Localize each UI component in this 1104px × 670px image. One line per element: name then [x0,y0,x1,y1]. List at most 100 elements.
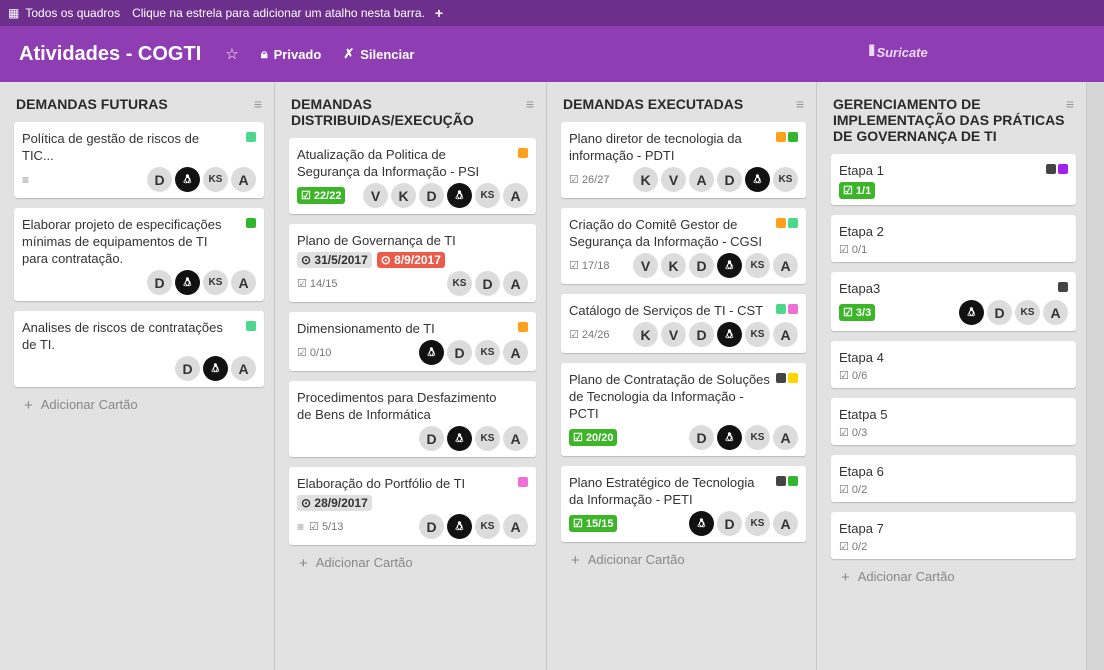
penguin-avatar-icon[interactable]: 🐧︎ [717,322,742,347]
member-avatar[interactable]: D [717,167,742,192]
card[interactable]: Plano de Contratação de Soluções de Tecn… [561,363,806,456]
penguin-avatar-icon[interactable]: 🐧︎ [419,340,444,365]
member-avatar[interactable]: D [475,271,500,296]
add-card-button[interactable]: + Adicionar Cartão [299,555,536,572]
member-avatar[interactable]: D [447,340,472,365]
member-avatar[interactable]: KS [745,511,770,536]
card[interactable]: Elaborar projeto de especificações mínim… [14,208,264,301]
member-avatar[interactable]: D [689,322,714,347]
card[interactable]: Política de gestão de riscos de TIC... ≡ D… [14,122,264,198]
member-avatar[interactable]: D [175,356,200,381]
card[interactable]: Etapa 2 ☑ 0/1 [831,215,1076,262]
penguin-avatar-icon[interactable]: 🐧︎ [745,167,770,192]
card[interactable]: Catálogo de Serviços de TI - CST ☑ 24/26 K… [561,294,806,353]
member-avatar[interactable]: A [1043,300,1068,325]
boards-icon[interactable]: ▦ [8,6,19,20]
member-avatar[interactable]: A [689,167,714,192]
member-avatar[interactable]: KS [745,425,770,450]
list-menu-icon[interactable]: ≡ [526,96,534,112]
list-title[interactable]: DEMANDAS DISTRIBUIDAS/EXECUÇÃO [291,96,526,128]
card[interactable]: Analises de riscos de contratações de TI… [14,311,264,387]
add-shortcut-button[interactable]: + [435,5,443,21]
member-avatar[interactable]: K [633,167,658,192]
member-avatar[interactable]: A [231,167,256,192]
member-avatar[interactable]: D [147,270,172,295]
member-avatar[interactable]: D [987,300,1012,325]
member-avatar[interactable]: V [661,167,686,192]
list-title[interactable]: GERENCIAMENTO DE IMPLEMENTAÇÃO DAS PRÁTI… [833,96,1066,144]
board-title[interactable]: Atividades - COGTI [19,43,201,66]
member-avatar[interactable]: D [717,511,742,536]
list-menu-icon[interactable]: ≡ [796,96,804,112]
card[interactable]: Plano diretor de tecnologia da informaçã… [561,122,806,198]
list-title[interactable]: DEMANDAS EXECUTADAS [563,96,743,112]
penguin-avatar-icon[interactable]: 🐧︎ [717,253,742,278]
mute-button[interactable]: ✗ Silenciar [343,46,414,62]
member-avatar[interactable]: D [419,183,444,208]
card[interactable]: Dimensionamento de TI ☑ 0/10 🐧︎ D KS A [289,312,536,371]
member-avatar[interactable]: A [773,253,798,278]
penguin-avatar-icon[interactable]: 🐧︎ [959,300,984,325]
penguin-avatar-icon[interactable]: 🐧︎ [447,426,472,451]
member-avatar[interactable]: KS [1015,300,1040,325]
member-avatar[interactable]: KS [475,183,500,208]
add-card-button[interactable]: + Adicionar Cartão [571,552,806,569]
member-avatar[interactable]: KS [475,340,500,365]
add-card-button[interactable]: + Adicionar Cartão [24,397,264,414]
member-avatar[interactable]: KS [475,426,500,451]
penguin-avatar-icon[interactable]: 🐧︎ [689,511,714,536]
list-menu-icon[interactable]: ≡ [1066,96,1074,112]
member-avatar[interactable]: KS [203,270,228,295]
member-avatar[interactable]: A [231,356,256,381]
member-avatar[interactable]: V [661,322,686,347]
member-avatar[interactable]: K [633,322,658,347]
penguin-avatar-icon[interactable]: 🐧︎ [203,356,228,381]
penguin-avatar-icon[interactable]: 🐧︎ [447,514,472,539]
member-avatar[interactable]: A [503,426,528,451]
member-avatar[interactable]: D [689,425,714,450]
card[interactable]: Etapa 7 ☑ 0/2 [831,512,1076,559]
member-avatar[interactable]: D [689,253,714,278]
card[interactable]: Procedimentos para Desfazimento de Bens … [289,381,536,457]
penguin-avatar-icon[interactable]: 🐧︎ [447,183,472,208]
member-avatar[interactable]: KS [745,253,770,278]
member-avatar[interactable]: K [661,253,686,278]
privacy-button[interactable]: 🔒︎ Privado [261,46,322,62]
card[interactable]: Etapa3 ☑ 3/3 🐧︎ D KS A [831,272,1076,331]
penguin-avatar-icon[interactable]: 🐧︎ [175,270,200,295]
member-avatar[interactable]: K [391,183,416,208]
member-avatar[interactable]: V [633,253,658,278]
member-avatar[interactable]: KS [745,322,770,347]
member-avatar[interactable]: KS [773,167,798,192]
member-avatar[interactable]: D [419,426,444,451]
card[interactable]: Etapa 4 ☑ 0/6 [831,341,1076,388]
member-avatar[interactable]: A [773,322,798,347]
member-avatar[interactable]: D [147,167,172,192]
member-avatar[interactable]: A [503,340,528,365]
card[interactable]: Plano Estratégico de Tecnologia da Infor… [561,466,806,542]
member-avatar[interactable]: A [773,425,798,450]
card[interactable]: Etapa 6 ☑ 0/2 [831,455,1076,502]
member-avatar[interactable]: KS [203,167,228,192]
member-avatar[interactable]: A [503,183,528,208]
member-avatar[interactable]: V [363,183,388,208]
penguin-avatar-icon[interactable]: 🐧︎ [717,425,742,450]
star-icon[interactable]: ☆ [225,45,238,63]
list-title[interactable]: DEMANDAS FUTURAS [16,96,168,112]
member-avatar[interactable]: D [419,514,444,539]
member-avatar[interactable]: KS [475,514,500,539]
card[interactable]: Elaboração do Portfólio de TI ⊙ 28/9/2017… [289,467,536,545]
card[interactable]: Criação do Comitê Gestor de Segurança da… [561,208,806,284]
member-avatar[interactable]: A [503,514,528,539]
card[interactable]: Etapa 1 ☑ 1/1 [831,154,1076,205]
shortcut-hint[interactable]: Clique na estrela para adicionar um atal… [132,6,425,20]
member-avatar[interactable]: A [231,270,256,295]
all-boards-link[interactable]: Todos os quadros [25,6,120,20]
member-avatar[interactable]: KS [447,271,472,296]
penguin-avatar-icon[interactable]: 🐧︎ [175,167,200,192]
card[interactable]: Plano de Governança de TI ⊙ 31/5/2017 ⊙ 8/… [289,224,536,302]
add-card-button[interactable]: + Adicionar Cartão [841,569,1076,586]
card[interactable]: Atualização da Politica de Segurança da … [289,138,536,214]
member-avatar[interactable]: A [773,511,798,536]
card[interactable]: Etatpa 5 ☑ 0/3 [831,398,1076,445]
